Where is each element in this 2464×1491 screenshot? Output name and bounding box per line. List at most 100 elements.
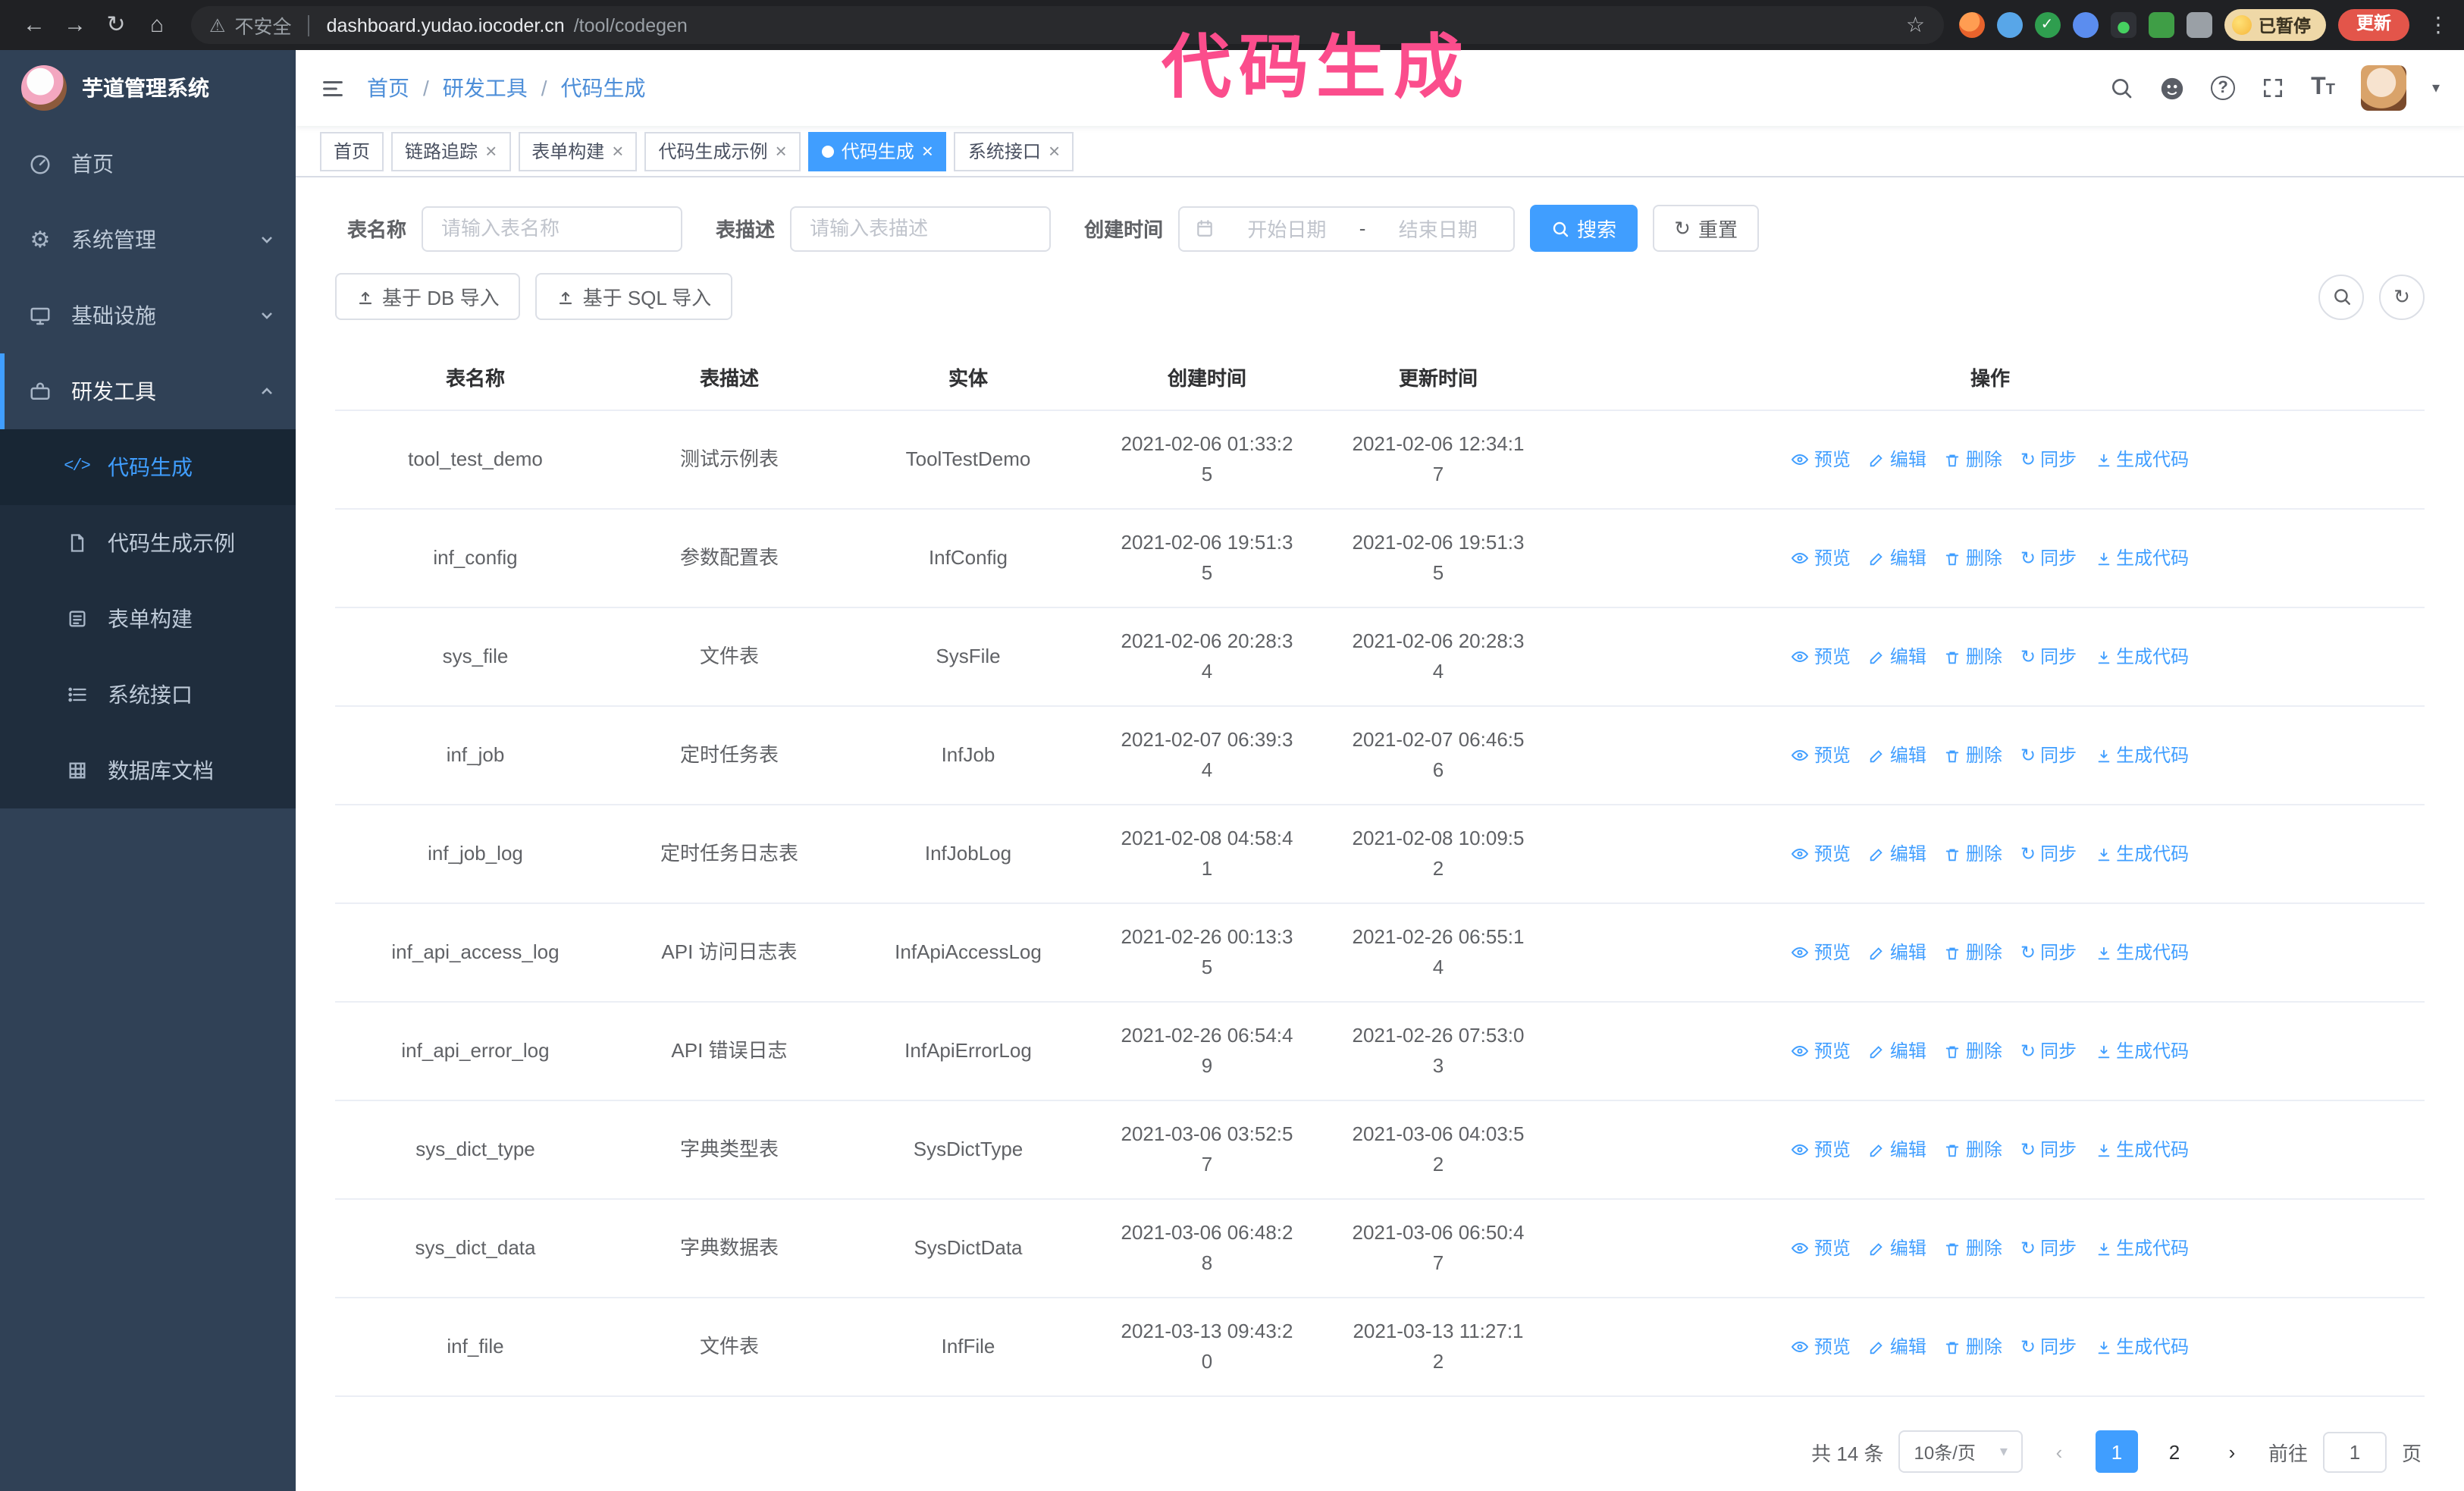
- sidebar-item-infrastructure[interactable]: 基础设施: [0, 278, 296, 353]
- preview-link[interactable]: 预览: [1792, 444, 1851, 475]
- back-button[interactable]: ←: [15, 6, 53, 44]
- help-icon[interactable]: ?: [2211, 76, 2236, 100]
- bookmark-star-icon[interactable]: ☆: [1906, 12, 1925, 38]
- edit-link[interactable]: 编辑: [1869, 740, 1926, 771]
- search-button[interactable]: 搜索: [1530, 205, 1638, 252]
- reset-button[interactable]: ↻ 重置: [1653, 205, 1759, 252]
- generate-code-link[interactable]: 生成代码: [2095, 1332, 2189, 1362]
- sync-link[interactable]: ↻ 同步: [2020, 543, 2077, 573]
- edit-link[interactable]: 编辑: [1869, 937, 1926, 968]
- preview-link[interactable]: 预览: [1792, 839, 1851, 869]
- goto-page-input[interactable]: [2322, 1431, 2387, 1472]
- toggle-search-button[interactable]: [2318, 274, 2364, 319]
- generate-code-link[interactable]: 生成代码: [2095, 839, 2189, 869]
- extensions-puzzle-icon[interactable]: [2186, 12, 2212, 38]
- font-size-icon[interactable]: TT: [2311, 75, 2335, 100]
- update-button[interactable]: 更新: [2338, 9, 2409, 41]
- sidebar-item-home[interactable]: 首页: [0, 126, 296, 202]
- delete-link[interactable]: 删除: [1945, 839, 2002, 869]
- generate-code-link[interactable]: 生成代码: [2095, 1036, 2189, 1066]
- sidebar-item-devtools[interactable]: 研发工具: [0, 353, 296, 429]
- tab[interactable]: 系统接口 ×: [954, 131, 1074, 171]
- edit-link[interactable]: 编辑: [1869, 444, 1926, 475]
- breadcrumb-home[interactable]: 首页: [367, 73, 409, 103]
- tab-close-icon[interactable]: ×: [485, 141, 497, 161]
- extension-icon-dark[interactable]: [2110, 12, 2136, 38]
- preview-link[interactable]: 预览: [1792, 543, 1851, 573]
- sidebar-item-system[interactable]: ⚙ 系统管理: [0, 202, 296, 278]
- sidebar-item-codegen-example[interactable]: 代码生成示例: [0, 505, 296, 581]
- table-name-input[interactable]: [422, 206, 683, 251]
- sync-link[interactable]: ↻ 同步: [2020, 1135, 2077, 1165]
- paused-badge[interactable]: 已暂停: [2224, 9, 2326, 41]
- edit-link[interactable]: 编辑: [1869, 1332, 1926, 1362]
- delete-link[interactable]: 删除: [1945, 937, 2002, 968]
- sync-link[interactable]: ↻ 同步: [2020, 839, 2077, 869]
- hamburger-icon[interactable]: [320, 75, 346, 101]
- generate-code-link[interactable]: 生成代码: [2095, 1233, 2189, 1263]
- page-number-button[interactable]: 1: [2095, 1430, 2138, 1473]
- sync-link[interactable]: ↻ 同步: [2020, 740, 2077, 771]
- sync-link[interactable]: ↻ 同步: [2020, 444, 2077, 475]
- edit-link[interactable]: 编辑: [1869, 839, 1926, 869]
- preview-link[interactable]: 预览: [1792, 642, 1851, 672]
- avatar[interactable]: [2360, 65, 2406, 111]
- sidebar-item-codegen[interactable]: </> 代码生成: [0, 429, 296, 505]
- browser-home-button[interactable]: ⌂: [138, 6, 176, 44]
- preview-link[interactable]: 预览: [1792, 937, 1851, 968]
- delete-link[interactable]: 删除: [1945, 1036, 2002, 1066]
- import-db-button[interactable]: 基于 DB 导入: [335, 273, 521, 320]
- extension-icon-fox[interactable]: [1958, 12, 1984, 38]
- reload-button[interactable]: ↻: [97, 6, 135, 44]
- search-icon[interactable]: [2109, 76, 2133, 100]
- address-bar[interactable]: ⚠ 不安全 dashboard.yudao.iocoder.cn/tool/co…: [191, 6, 1943, 44]
- tab-close-icon[interactable]: ×: [1049, 141, 1060, 161]
- import-sql-button[interactable]: 基于 SQL 导入: [535, 273, 733, 320]
- sync-link[interactable]: ↻ 同步: [2020, 1036, 2077, 1066]
- preview-link[interactable]: 预览: [1792, 740, 1851, 771]
- sync-link[interactable]: ↻ 同步: [2020, 1332, 2077, 1362]
- sync-link[interactable]: ↻ 同步: [2020, 1233, 2077, 1263]
- browser-menu-icon[interactable]: ⋮: [2428, 12, 2449, 38]
- sidebar-item-form-builder[interactable]: 表单构建: [0, 581, 296, 657]
- sidebar-item-system-api[interactable]: 系统接口: [0, 657, 296, 733]
- fullscreen-icon[interactable]: [2261, 76, 2285, 100]
- page-size-select[interactable]: 10条/页 ▾: [1898, 1430, 2023, 1473]
- next-page-button[interactable]: ›: [2210, 1430, 2253, 1473]
- table-desc-input[interactable]: [790, 206, 1052, 251]
- edit-link[interactable]: 编辑: [1869, 543, 1926, 573]
- extension-icon-green-check[interactable]: ✓: [2034, 12, 2060, 38]
- extension-icon-leaf[interactable]: [2148, 12, 2174, 38]
- delete-link[interactable]: 删除: [1945, 1332, 2002, 1362]
- generate-code-link[interactable]: 生成代码: [2095, 937, 2189, 968]
- tab-close-icon[interactable]: ×: [776, 141, 787, 161]
- delete-link[interactable]: 删除: [1945, 740, 2002, 771]
- extension-icon-people[interactable]: [2072, 12, 2098, 38]
- delete-link[interactable]: 删除: [1945, 642, 2002, 672]
- delete-link[interactable]: 删除: [1945, 543, 2002, 573]
- sync-link[interactable]: ↻ 同步: [2020, 642, 2077, 672]
- page-number-button[interactable]: 2: [2152, 1430, 2196, 1473]
- refresh-table-button[interactable]: ↻: [2379, 274, 2425, 319]
- prev-page-button[interactable]: ‹: [2037, 1430, 2080, 1473]
- github-icon[interactable]: [2159, 75, 2185, 101]
- tab[interactable]: 链路追踪 ×: [391, 131, 511, 171]
- generate-code-link[interactable]: 生成代码: [2095, 543, 2189, 573]
- generate-code-link[interactable]: 生成代码: [2095, 1135, 2189, 1165]
- preview-link[interactable]: 预览: [1792, 1332, 1851, 1362]
- tab-close-icon[interactable]: ×: [922, 141, 933, 161]
- breadcrumb-devtools[interactable]: 研发工具: [443, 73, 528, 103]
- preview-link[interactable]: 预览: [1792, 1233, 1851, 1263]
- preview-link[interactable]: 预览: [1792, 1036, 1851, 1066]
- tab[interactable]: 首页: [320, 131, 384, 171]
- tab[interactable]: 表单构建 ×: [518, 131, 638, 171]
- user-caret-down-icon[interactable]: ▾: [2432, 80, 2440, 96]
- edit-link[interactable]: 编辑: [1869, 642, 1926, 672]
- delete-link[interactable]: 删除: [1945, 1135, 2002, 1165]
- generate-code-link[interactable]: 生成代码: [2095, 444, 2189, 475]
- delete-link[interactable]: 删除: [1945, 1233, 2002, 1263]
- delete-link[interactable]: 删除: [1945, 444, 2002, 475]
- extension-icon-blue[interactable]: [1996, 12, 2022, 38]
- create-time-range-picker[interactable]: 开始日期 - 结束日期: [1178, 206, 1516, 251]
- security-label[interactable]: 不安全: [235, 11, 292, 39]
